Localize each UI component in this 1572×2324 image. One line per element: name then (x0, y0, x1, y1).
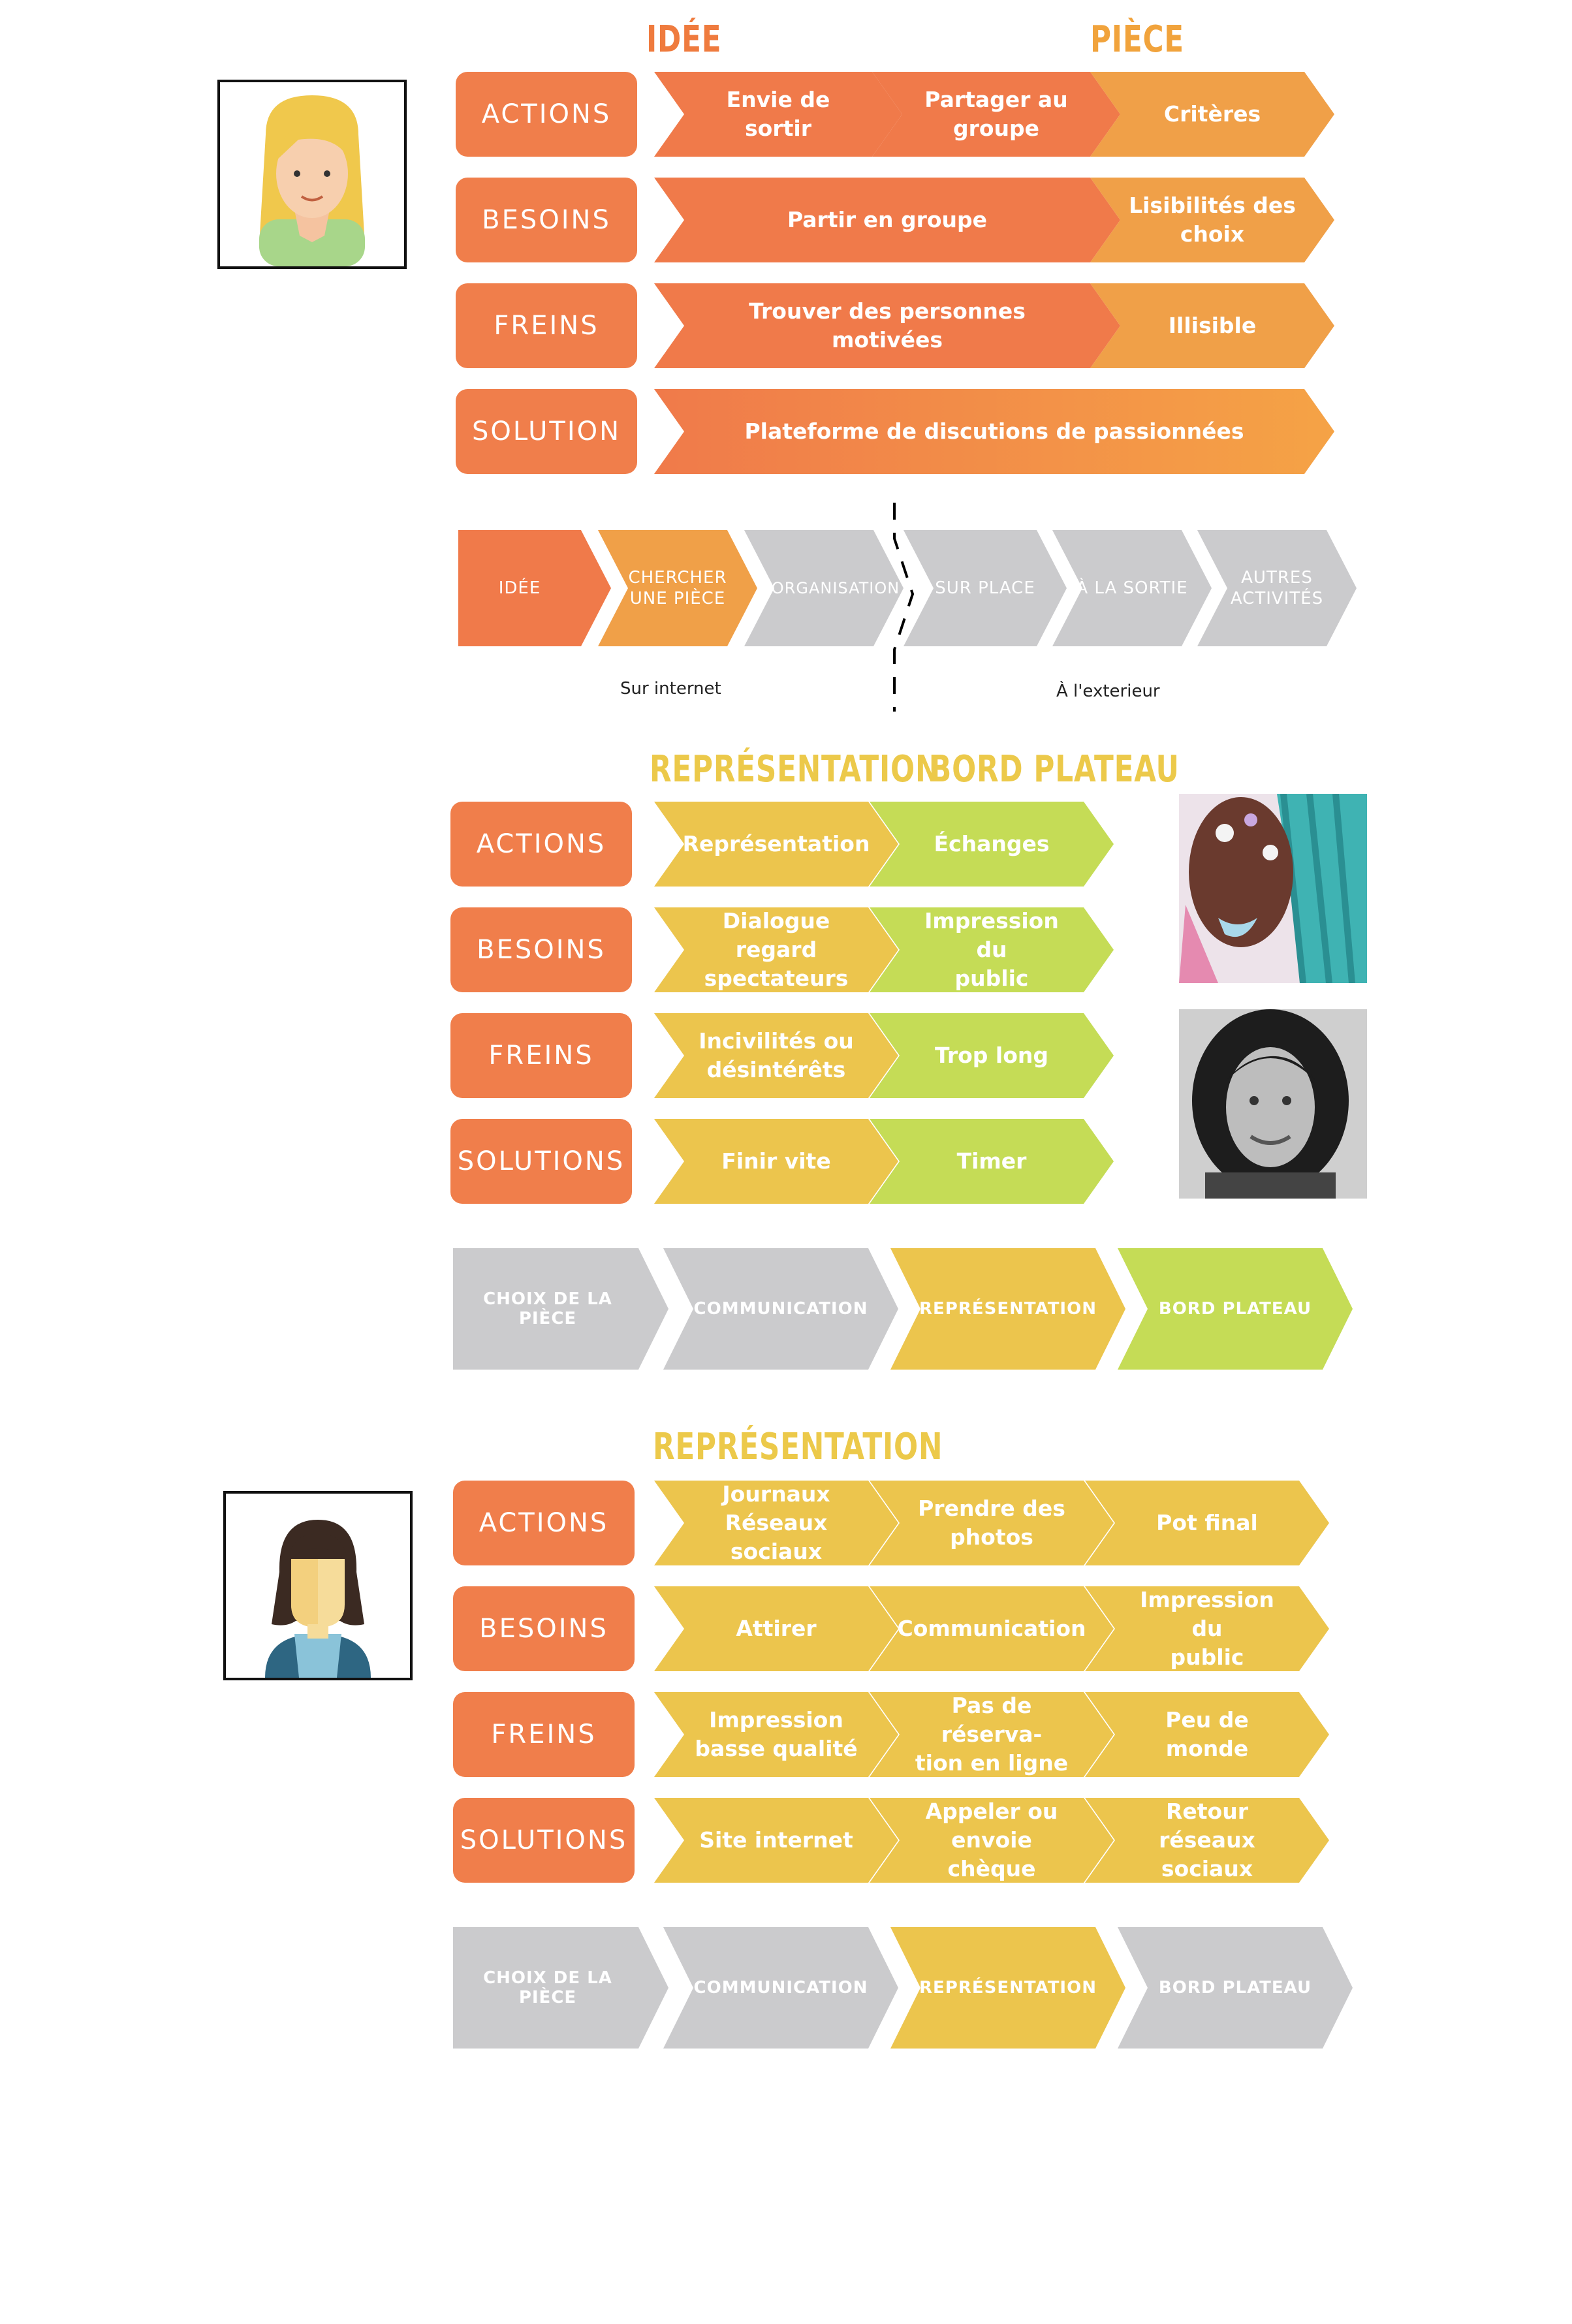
section3-besoins-cell-3: Impression du public (1085, 1586, 1329, 1671)
section1-label-actions: ACTIONS (456, 72, 637, 157)
section1-actions-cell-1: Envie de sortir (654, 72, 902, 157)
persona-portrait-1 (217, 80, 407, 269)
section1-flow-step-5: À LA SORTIE (1052, 530, 1212, 646)
section3-besoins-cell-1: Attirer (654, 1586, 898, 1671)
brunette-woman-avatar-icon (265, 1520, 371, 1678)
section2-solutions-cell-1: Finir vite (654, 1119, 898, 1204)
section3-actions-cell-1: Journaux Réseaux sociaux (654, 1481, 898, 1565)
section2-label-solutions: SOLUTIONS (450, 1119, 632, 1204)
section2-label-actions: ACTIONS (450, 802, 632, 887)
section1-caption-internet: Sur internet (620, 679, 721, 699)
woman-portrait-photo (1179, 1009, 1367, 1199)
section1-flow-step-1: IDÉE (458, 530, 611, 646)
section1-flow-step-6: AUTRES ACTIVITÉS (1197, 530, 1357, 646)
section3-flow-step-1: CHOIX DE LA PIÈCE (453, 1927, 668, 2049)
section2-freins-cell-2: Trop long (870, 1013, 1114, 1098)
section1-freins-cell-2: Illisible (1090, 283, 1334, 368)
section1-label-solution: SOLUTION (456, 389, 637, 474)
section2-flow-step-1: CHOIX DE LA PIÈCE (453, 1248, 668, 1370)
section2-actions-cell-1: Représentation (654, 802, 898, 887)
section2-solutions-cell-2: Timer (870, 1119, 1114, 1204)
section3-solutions-cell-1: Site internet (654, 1798, 898, 1883)
section1-actions-cell-2: Partager au groupe (872, 72, 1120, 157)
section3-freins-cell-3: Peu de monde (1085, 1692, 1329, 1777)
section2-actions-cell-2: Échanges (870, 802, 1114, 887)
section2-flow-step-3: REPRÉSENTATION (890, 1248, 1125, 1370)
section3-freins-cell-1: Impression basse qualité (654, 1692, 898, 1777)
section1-label-freins: FREINS (456, 283, 637, 368)
section2-freins-cell-1: Incivilités ou désintérêts (654, 1013, 898, 1098)
section1-divider-dashed-line (893, 503, 914, 712)
section2-label-besoins: BESOINS (450, 907, 632, 992)
section1-flow-step-2: CHERCHER UNE PIÈCE (598, 530, 757, 646)
section1-header-idee: IDÉE (646, 18, 722, 61)
section1-besoins-cell-1: Partir en groupe (654, 178, 1120, 262)
section2-flow-step-2: COMMUNICATION (663, 1248, 898, 1370)
section3-solutions-cell-2: Appeler ou envoie chèque (870, 1798, 1114, 1883)
section3-label-solutions: SOLUTIONS (453, 1798, 635, 1883)
artist-portrait-photo (1179, 794, 1367, 983)
section3-actions-cell-3: Pot final (1085, 1481, 1329, 1565)
section2-flow-step-4: BORD PLATEAU (1118, 1248, 1353, 1370)
section3-flow-step-2: COMMUNICATION (663, 1927, 898, 2049)
section3-flow-step-4: BORD PLATEAU (1118, 1927, 1353, 2049)
section2-header-bord-plateau: BORD PLATEAU (930, 748, 1180, 791)
section1-solution-cell: Plateforme de discutions de passionnées (654, 389, 1334, 474)
section3-besoins-cell-2: Communication (870, 1586, 1114, 1671)
section3-label-freins: FREINS (453, 1692, 635, 1777)
persona-portrait-3 (223, 1491, 413, 1680)
section1-header-piece: PIÈCE (1090, 18, 1184, 61)
section1-actions-cell-3: Critères (1090, 72, 1334, 157)
section2-besoins-cell-1: Dialogue regard spectateurs (654, 907, 898, 992)
section1-flow-step-4: SUR PLACE (904, 530, 1067, 646)
section1-besoins-cell-2: Lisibilités des choix (1090, 178, 1334, 262)
section2-besoins-cell-2: Impression du public (870, 907, 1114, 992)
section1-label-besoins: BESOINS (456, 178, 637, 262)
section3-solutions-cell-3: Retour réseaux sociaux (1085, 1798, 1329, 1883)
section3-freins-cell-2: Pas de réserva- tion en ligne (870, 1692, 1114, 1777)
section2-label-freins: FREINS (450, 1013, 632, 1098)
section3-label-actions: ACTIONS (453, 1481, 635, 1565)
section3-header-representation: REPRÉSENTATION (653, 1426, 943, 1468)
section1-freins-cell-1: Trouver des personnes motivées (654, 283, 1120, 368)
section3-flow-step-3: REPRÉSENTATION (890, 1927, 1125, 2049)
section1-caption-exterieur: À l'exterieur (1056, 682, 1160, 701)
section3-actions-cell-2: Prendre des photos (870, 1481, 1114, 1565)
blonde-woman-avatar-icon (259, 95, 365, 266)
section3-label-besoins: BESOINS (453, 1586, 635, 1671)
section2-header-representation: REPRÉSENTATION (650, 748, 940, 791)
journey-map-canvas: IDÉE PIÈCE ACTIONS BESOINS FREINS SOLUTI… (0, 0, 1572, 2324)
